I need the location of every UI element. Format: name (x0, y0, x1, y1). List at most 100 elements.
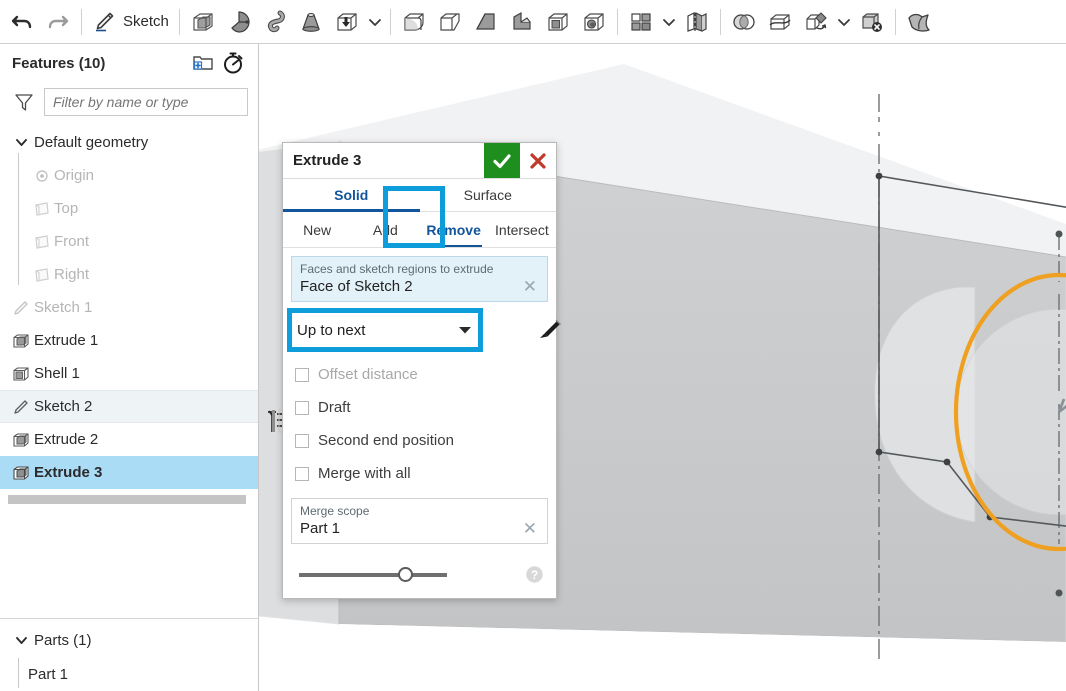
dialog-primary-tabs: Solid Surface (283, 179, 556, 212)
tab-remove[interactable]: Remove (420, 212, 488, 247)
faces-query-clear-x-icon[interactable]: ✕ (521, 278, 539, 295)
merge-scope-clear-x-icon[interactable]: ✕ (521, 520, 539, 537)
merge-scope-label: Merge scope (300, 504, 370, 518)
end-condition-row: Up to next (287, 308, 561, 352)
thicken-button[interactable] (329, 3, 365, 41)
feature-item-extrude-2[interactable]: Extrude 2 (0, 423, 258, 456)
filter-funnel-icon[interactable] (14, 92, 34, 112)
tab-intersect-label: Intersect (495, 221, 549, 238)
feature-item-top[interactable]: Top (0, 192, 258, 225)
checkbox-box[interactable] (295, 400, 309, 415)
toolbar-divider-6 (894, 8, 896, 35)
faces-query-field[interactable]: Faces and sketch regions to extrude Face… (291, 256, 548, 302)
flip-direction-button[interactable] (535, 317, 561, 343)
checkbox-offset-distance[interactable]: Offset distance (291, 358, 548, 391)
rollback-bar[interactable] (8, 495, 246, 504)
dialog-cancel-button[interactable] (520, 143, 556, 178)
undo-button[interactable] (4, 3, 40, 41)
feature-group-default-geometry[interactable]: Default geometry (0, 126, 258, 159)
part-item-part-1[interactable]: Part 1 (0, 658, 258, 691)
rollback-button[interactable] (218, 48, 248, 78)
chevron-down-icon (452, 324, 478, 336)
tab-new[interactable]: New (283, 212, 351, 247)
chevron-down-icon (837, 18, 850, 26)
opacity-slider-row: ? (291, 553, 548, 588)
chamfer-button[interactable] (432, 3, 468, 41)
checkbox-box[interactable] (295, 367, 309, 382)
filter-row (0, 82, 258, 122)
checkbox-box[interactable] (295, 433, 309, 448)
checkmark-icon (493, 153, 511, 168)
feature-item-right[interactable]: Right (0, 258, 258, 291)
feature-item-extrude-3[interactable]: Extrude 3 (0, 456, 258, 489)
tab-add[interactable]: Add (351, 212, 419, 247)
onshape-app-window: Sketch Features (10) Filter by name or t… (0, 0, 1066, 691)
sketch-icon (8, 398, 34, 416)
feature-label: Extrude 3 (34, 464, 103, 481)
shell-button[interactable] (540, 3, 576, 41)
draft-button[interactable] (468, 3, 504, 41)
checkbox-box[interactable] (295, 466, 309, 481)
end-condition-dropdown[interactable]: Up to next (291, 311, 478, 349)
merge-scope-field[interactable]: Merge scope Part 1 ✕ (291, 498, 548, 544)
tab-intersect[interactable]: Intersect (488, 212, 556, 247)
mirror-button[interactable] (679, 3, 715, 41)
help-question-icon[interactable]: ? (525, 565, 544, 584)
opacity-slider-handle[interactable] (398, 566, 413, 582)
feature-item-sketch-1[interactable]: Sketch 1 (0, 291, 258, 324)
shell-icon (8, 365, 34, 383)
part-label: Part 1 (28, 666, 69, 683)
feature-item-sketch-2[interactable]: Sketch 2 (0, 390, 258, 423)
features-panel-header: Features (10) (0, 44, 258, 82)
loft-button[interactable] (293, 3, 329, 41)
chamfer-icon (440, 12, 460, 31)
split-button[interactable] (762, 3, 798, 41)
plane-button[interactable] (901, 3, 937, 41)
feature-label: Extrude 1 (34, 332, 99, 349)
parts-group-header[interactable]: Parts (1) (0, 623, 258, 658)
sketch-pencil-icon (96, 12, 114, 32)
feature-item-front[interactable]: Front (0, 225, 258, 258)
hole-button[interactable] (576, 3, 612, 41)
pattern-caret[interactable] (659, 3, 679, 41)
hole-icon (584, 12, 604, 31)
boolean-button[interactable] (726, 3, 762, 41)
feature-item-extrude-1[interactable]: Extrude 1 (0, 324, 258, 357)
end-condition-value: Up to next (297, 321, 366, 339)
transform-caret[interactable] (834, 3, 854, 41)
tab-surface[interactable]: Surface (420, 179, 557, 211)
fillet-button[interactable] (396, 3, 432, 41)
feature-label: Right (54, 266, 90, 283)
sweep-button[interactable] (257, 3, 293, 41)
rib-button[interactable] (504, 3, 540, 41)
tab-solid[interactable]: Solid (283, 179, 420, 212)
checkbox-draft[interactable]: Draft (291, 391, 548, 424)
feature-label: Default geometry (34, 134, 149, 151)
extrude-dialog: Extrude 3 Solid Surface New Add Remove I… (282, 142, 561, 599)
extrude-button[interactable] (185, 3, 221, 41)
draft-icon (475, 12, 495, 30)
feature-item-shell-1[interactable]: Shell 1 (0, 357, 258, 390)
tab-new-label: New (303, 221, 332, 238)
checkbox-second-end-position[interactable]: Second end position (291, 424, 548, 457)
pattern-icon (631, 12, 651, 31)
opacity-slider[interactable] (299, 566, 447, 582)
features-title: Features (10) (12, 54, 106, 72)
dialog-operation-tabs: New Add Remove Intersect (283, 186, 556, 248)
delete-part-button[interactable] (854, 3, 890, 41)
sketch-button[interactable]: Sketch (87, 3, 174, 41)
new-folder-button[interactable] (188, 48, 218, 78)
revolve-icon (231, 10, 250, 33)
pattern-button[interactable] (623, 3, 659, 41)
plane-icon (30, 234, 54, 250)
filter-input[interactable] (44, 88, 248, 116)
checkbox-merge-with-all[interactable]: Merge with all (291, 457, 548, 490)
more-solid-features-caret[interactable] (365, 3, 385, 41)
redo-button[interactable] (40, 3, 76, 41)
feature-item-origin[interactable]: Origin (0, 159, 258, 192)
dialog-accept-button[interactable] (484, 143, 520, 178)
dialog-title-bar[interactable]: Extrude 3 (283, 143, 556, 179)
revolve-button[interactable] (221, 3, 257, 41)
feature-label: Shell 1 (34, 365, 80, 382)
transform-button[interactable] (798, 3, 834, 41)
